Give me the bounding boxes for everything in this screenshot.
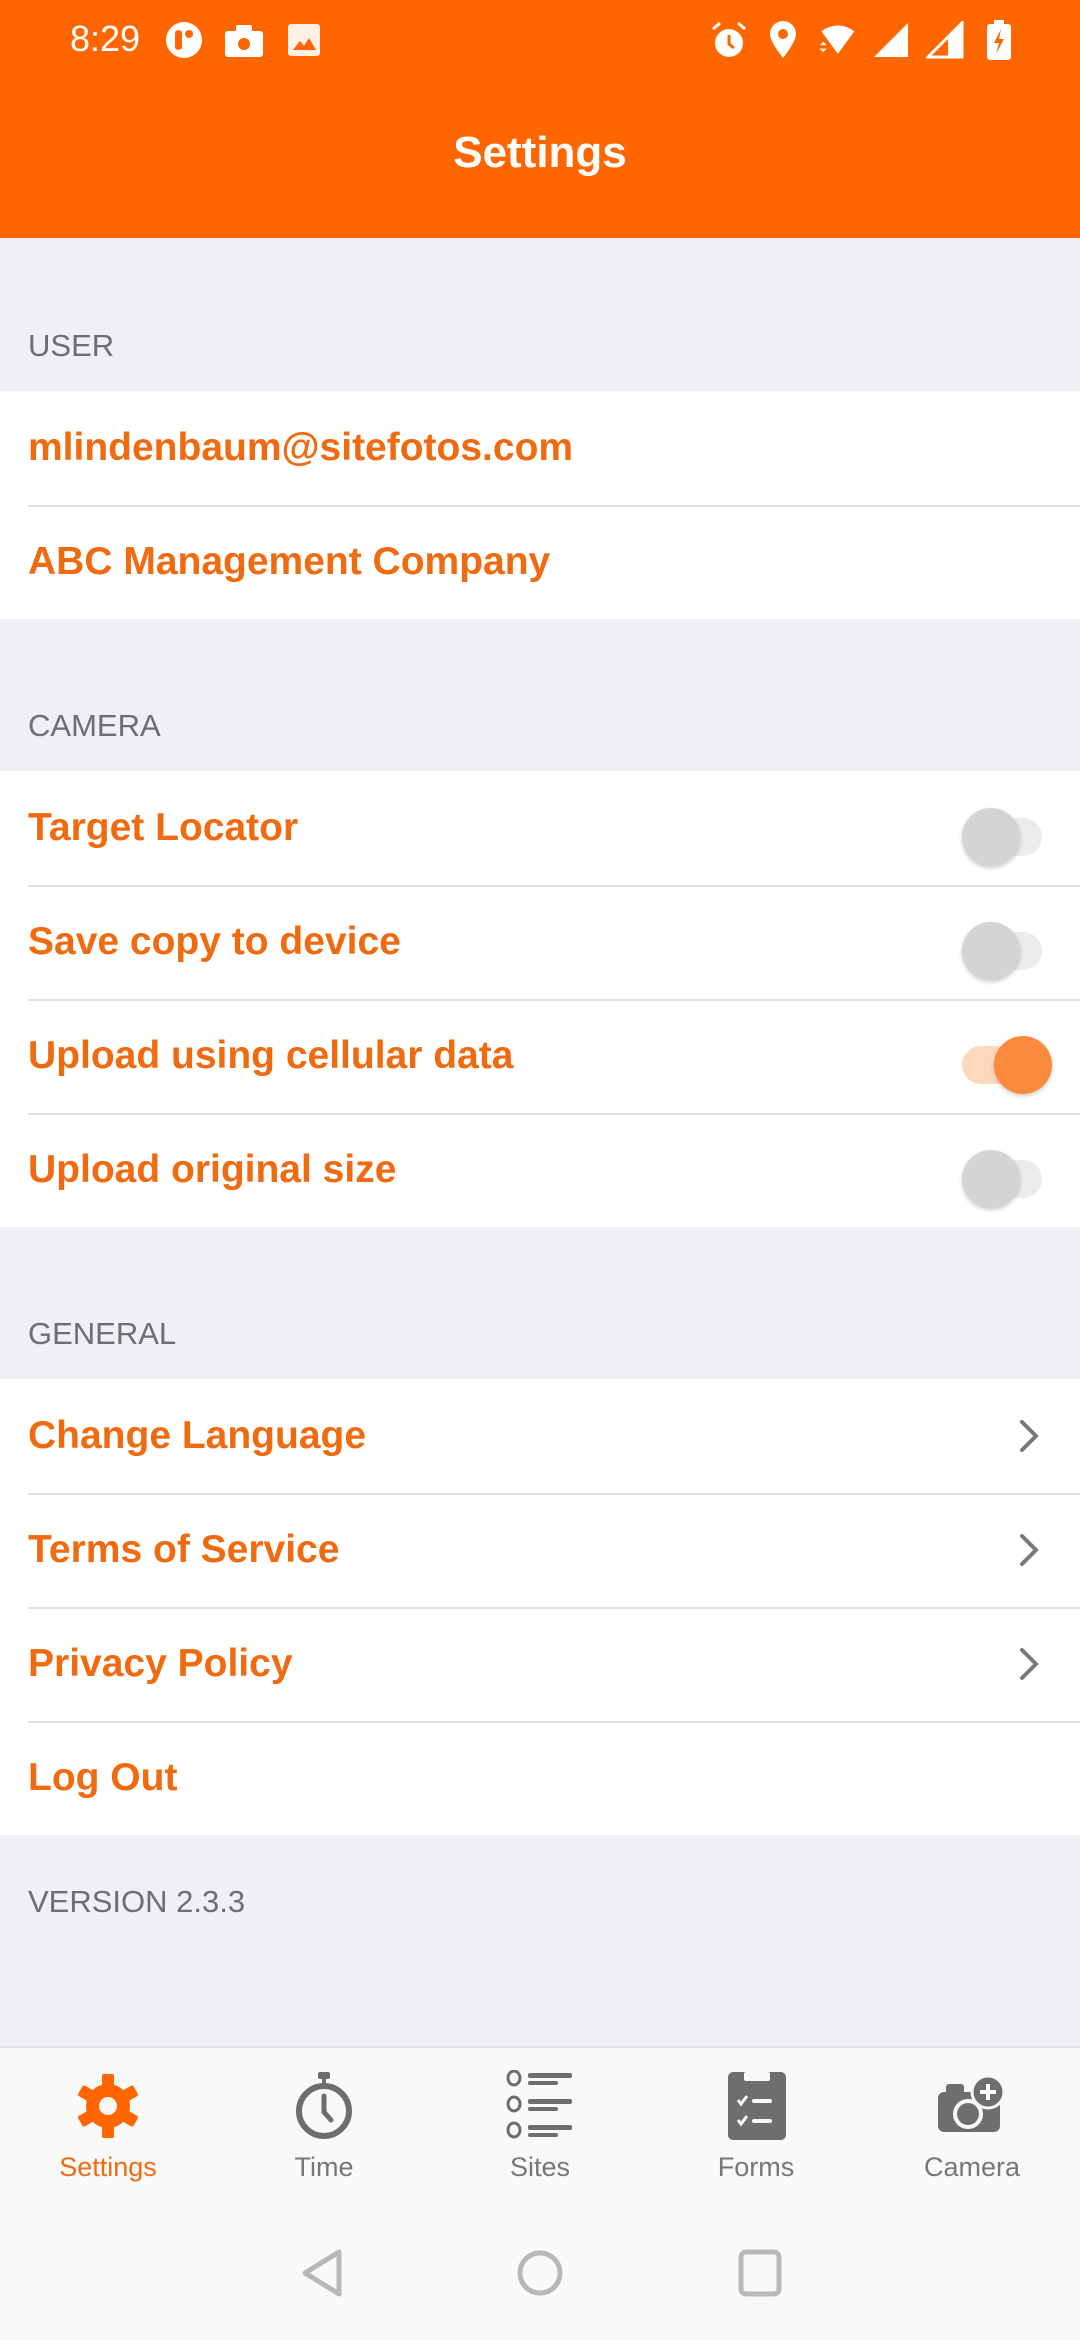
camera-icon [225, 20, 263, 60]
tab-label: Forms [717, 2152, 795, 2182]
terms-of-service-label: Terms of Service [28, 1528, 340, 1571]
tab-label: Camera [923, 2152, 1021, 2182]
general-group: Change Language Terms of Service Privacy… [0, 1379, 1080, 1835]
signal-icon-2 [926, 20, 964, 60]
tab-time[interactable]: Time [216, 2048, 432, 2206]
target-locator-toggle[interactable] [962, 798, 1052, 866]
chevron-right-icon [1020, 1420, 1039, 1452]
cellular-upload-label: Upload using cellular data [28, 1034, 514, 1077]
save-copy-toggle[interactable] [962, 912, 1052, 980]
image-icon [285, 20, 323, 60]
tab-label: Sites [509, 2152, 571, 2182]
section-header-user: USER [28, 328, 115, 363]
privacy-policy-row[interactable]: Privacy Policy [0, 1607, 1080, 1721]
chevron-right-icon [1020, 1534, 1039, 1566]
original-size-row: Upload original size [0, 1113, 1080, 1227]
camera-add-icon [938, 2074, 1006, 2132]
tab-camera[interactable]: Camera [864, 2048, 1080, 2206]
system-nav-bar [0, 2206, 1080, 2340]
user-email: mlindenbaum@sitefotos.com [28, 426, 574, 469]
section-header-camera: CAMERA [28, 708, 161, 743]
alarm-icon [710, 20, 748, 60]
terms-of-service-row[interactable]: Terms of Service [0, 1493, 1080, 1607]
user-email-row[interactable]: mlindenbaum@sitefotos.com [0, 391, 1080, 505]
app-notification-icon [165, 20, 203, 60]
save-copy-label: Save copy to device [28, 920, 401, 963]
app-header: 8:29 Settings [0, 0, 1080, 238]
user-company: ABC Management Company [28, 540, 551, 583]
battery-charging-icon [980, 20, 1018, 60]
status-bar: 8:29 [0, 0, 1080, 80]
log-out-row[interactable]: Log Out [0, 1721, 1080, 1835]
cellular-upload-toggle[interactable] [962, 1026, 1052, 1094]
version-label: VERSION 2.3.3 [28, 1884, 246, 1919]
target-locator-label: Target Locator [28, 806, 299, 849]
tab-label: Time [294, 2152, 354, 2182]
tab-forms[interactable]: Forms [648, 2048, 864, 2206]
log-out-label: Log Out [28, 1756, 178, 1799]
change-language-label: Change Language [28, 1414, 367, 1457]
stopwatch-icon [296, 2072, 352, 2139]
status-time: 8:29 [70, 18, 141, 59]
camera-group: Target Locator Save copy to device Uploa… [0, 771, 1080, 1227]
home-icon[interactable] [513, 2246, 567, 2300]
original-size-label: Upload original size [28, 1148, 397, 1191]
original-size-toggle[interactable] [962, 1140, 1052, 1208]
tab-bar: Settings Time Sites Forms Camera [0, 2046, 1080, 2206]
cellular-upload-row: Upload using cellular data [0, 999, 1080, 1113]
chevron-right-icon [1020, 1648, 1039, 1680]
recents-icon[interactable] [733, 2246, 787, 2300]
page-title: Settings [453, 128, 627, 177]
user-company-row[interactable]: ABC Management Company [0, 505, 1080, 619]
signal-icon [872, 20, 910, 60]
list-icon [506, 2070, 572, 2139]
tab-label: Settings [59, 2152, 157, 2182]
back-icon[interactable] [295, 2246, 349, 2300]
save-copy-row: Save copy to device [0, 885, 1080, 999]
wifi-icon [818, 20, 856, 60]
clipboard-icon [728, 2072, 786, 2140]
change-language-row[interactable]: Change Language [0, 1379, 1080, 1493]
target-locator-row: Target Locator [0, 771, 1080, 885]
location-icon [764, 20, 802, 60]
privacy-policy-label: Privacy Policy [28, 1642, 293, 1685]
tab-sites[interactable]: Sites [432, 2048, 648, 2206]
user-group: mlindenbaum@sitefotos.com ABC Management… [0, 391, 1080, 619]
tab-settings[interactable]: Settings [0, 2048, 216, 2206]
gear-icon [78, 2074, 138, 2138]
section-header-general: GENERAL [28, 1316, 177, 1351]
